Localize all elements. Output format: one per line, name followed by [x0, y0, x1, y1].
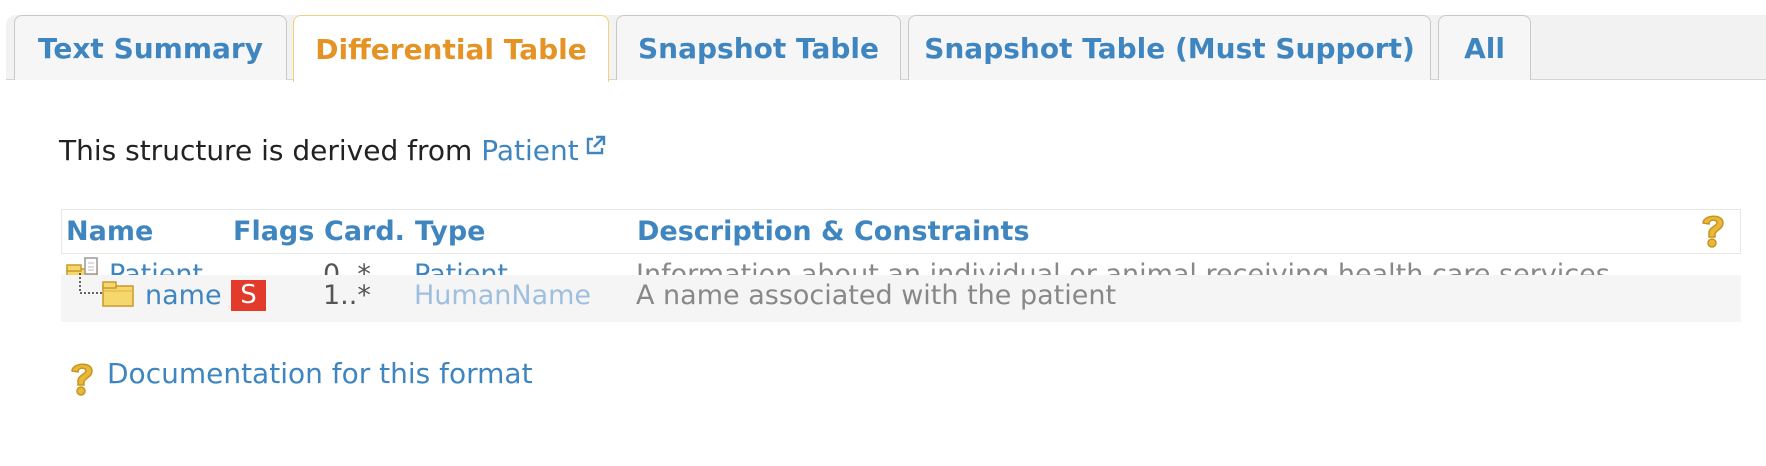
- table-row: name S 1..* HumanName A name associated …: [61, 273, 1741, 322]
- tab-label: Differential Table: [315, 32, 587, 66]
- must-support-flag: S: [231, 280, 266, 311]
- tab-all[interactable]: All: [1438, 15, 1531, 80]
- description: A name associated with the patient: [636, 280, 1117, 311]
- table-header: Name Flags Card. Type Description & Cons…: [61, 209, 1741, 254]
- derived-from-statement: This structure is derived from Patient: [59, 132, 607, 167]
- tab-label: Snapshot Table (Must Support): [924, 31, 1415, 65]
- patient-base-link[interactable]: Patient: [481, 134, 607, 167]
- header-type: Type: [415, 216, 486, 247]
- header-name: Name: [66, 216, 154, 247]
- header-card: Card.: [324, 216, 405, 247]
- external-link-icon: [583, 132, 607, 165]
- element-name-link[interactable]: name: [145, 280, 222, 311]
- help-question-icon: [64, 358, 100, 402]
- tab-label: Snapshot Table: [637, 31, 880, 65]
- header-flags: Flags: [233, 216, 315, 247]
- documentation-link[interactable]: Documentation for this format: [107, 357, 533, 390]
- tab-differential-table[interactable]: Differential Table: [293, 15, 609, 82]
- tab-label: Text Summary: [38, 31, 263, 65]
- derived-from-text: This structure is derived from: [59, 134, 473, 167]
- folder-icon: [101, 280, 135, 312]
- tab-snapshot-table-must-support[interactable]: Snapshot Table (Must Support): [908, 15, 1431, 80]
- tab-snapshot-table[interactable]: Snapshot Table: [616, 15, 901, 80]
- help-question-icon[interactable]: [1695, 210, 1731, 254]
- type-link[interactable]: HumanName: [414, 280, 591, 311]
- tab-label: All: [1464, 31, 1505, 65]
- cardinality: 1..*: [323, 280, 371, 311]
- tab-text-summary[interactable]: Text Summary: [14, 15, 287, 80]
- header-description: Description & Constraints: [637, 216, 1030, 247]
